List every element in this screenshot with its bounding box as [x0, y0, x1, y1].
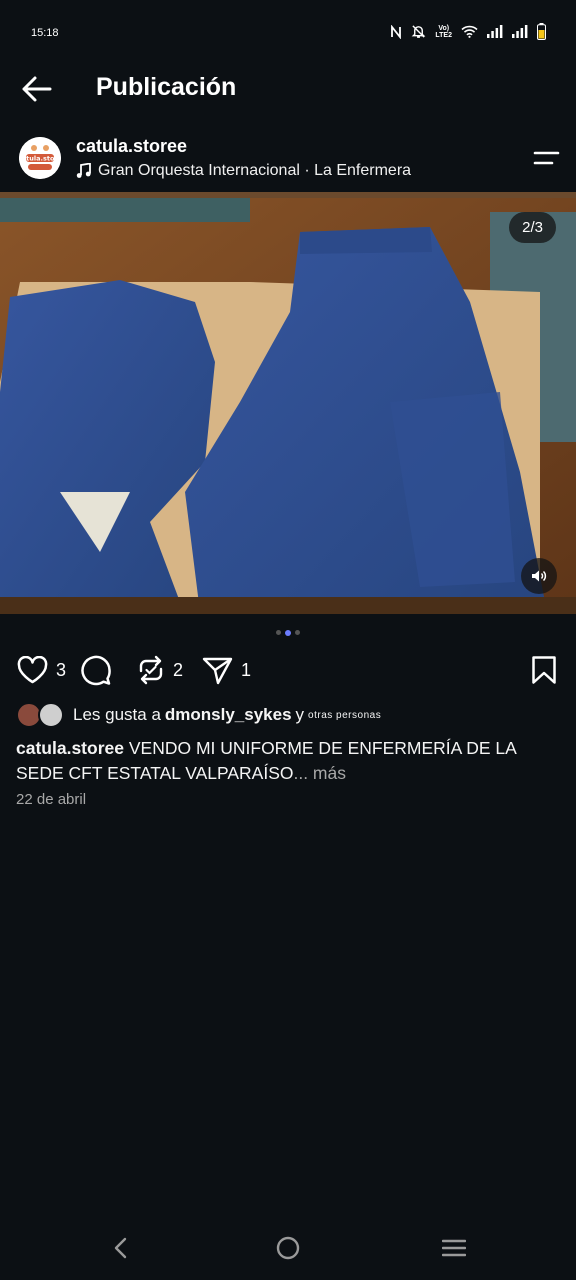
music-note-icon: [76, 163, 91, 178]
home-circle-icon: [276, 1236, 300, 1260]
avatar-logo-text: catula.store: [19, 155, 61, 163]
post-date: 22 de abril: [16, 791, 87, 808]
likes-others[interactable]: otras personas: [308, 710, 381, 721]
likes-count: 3: [56, 659, 67, 680]
send-icon: [202, 657, 233, 684]
options-button[interactable]: [532, 148, 560, 168]
signal-1-icon: [487, 25, 503, 38]
comment-icon: [81, 655, 111, 686]
share-button[interactable]: 1: [202, 652, 251, 688]
menu-lines-icon: [442, 1239, 466, 1257]
nfc-icon: [390, 24, 402, 39]
caption: catula.storee VENDO MI UNIFORME DE ENFER…: [16, 736, 536, 786]
comment-button[interactable]: [80, 652, 120, 688]
caption-username[interactable]: catula.storee: [16, 738, 124, 758]
likes-and: y: [295, 705, 305, 724]
volte-label: Vo): [438, 24, 450, 32]
status-time: 15:18: [31, 27, 59, 39]
shares-count: 1: [241, 659, 252, 680]
caption-more[interactable]: ... más: [293, 763, 346, 783]
action-bar: 3 2 1: [0, 652, 576, 688]
bookmark-icon: [532, 656, 556, 684]
carousel-dot-active: [285, 629, 291, 636]
carousel-dot: [276, 630, 281, 635]
music-label: Gran Orquesta Internacional · La Enferme…: [98, 162, 412, 179]
post-photo: [0, 192, 576, 614]
liker-avatar: [38, 702, 64, 728]
carousel-dots: [0, 629, 576, 636]
status-bar: 15:18 Vo) LTE2: [0, 0, 576, 66]
lte-label: LTE2: [435, 31, 452, 39]
wifi-icon: [461, 25, 478, 38]
speaker-icon: [532, 570, 547, 582]
page-title: Publicación: [96, 73, 237, 101]
repost-icon: [139, 655, 163, 685]
post-header: catula.store catula.storee Gran Orquesta…: [0, 128, 576, 188]
volte-icon: Vo) LTE2: [435, 25, 452, 39]
music-row[interactable]: Gran Orquesta Internacional · La Enferme…: [76, 162, 411, 180]
nav-recents-button[interactable]: [434, 1230, 474, 1266]
header: Publicación: [0, 66, 576, 110]
signal-2-icon: [512, 25, 528, 38]
status-icons: Vo) LTE2: [390, 23, 546, 40]
arrow-left-icon: [22, 76, 52, 102]
avatar[interactable]: catula.store: [19, 137, 61, 179]
carousel-dot: [295, 630, 300, 635]
save-button[interactable]: [531, 652, 557, 688]
likes-user[interactable]: dmonsly_sykes: [165, 705, 292, 725]
post-media[interactable]: 2/3: [0, 192, 576, 614]
username[interactable]: catula.storee: [76, 136, 187, 157]
battery-icon: [537, 23, 546, 40]
likes-summary[interactable]: Les gusta a dmonsly_sykes y otras person…: [16, 702, 381, 728]
menu-icon: [533, 151, 560, 165]
likes-prefix: Les gusta a: [73, 705, 161, 724]
nav-back-button[interactable]: [101, 1230, 141, 1266]
liker-avatars: [16, 702, 66, 728]
bell-off-icon: [411, 24, 426, 39]
media-counter: 2/3: [509, 212, 556, 243]
volume-button[interactable]: [521, 558, 557, 594]
system-nav-bar: [0, 1216, 576, 1280]
repost-button[interactable]: 2: [137, 652, 183, 688]
like-button[interactable]: 3: [17, 652, 66, 688]
chevron-left-icon: [114, 1237, 127, 1259]
back-button[interactable]: [20, 74, 54, 104]
reposts-count: 2: [173, 659, 184, 680]
heart-icon: [17, 656, 48, 684]
nav-home-button[interactable]: [268, 1230, 308, 1266]
